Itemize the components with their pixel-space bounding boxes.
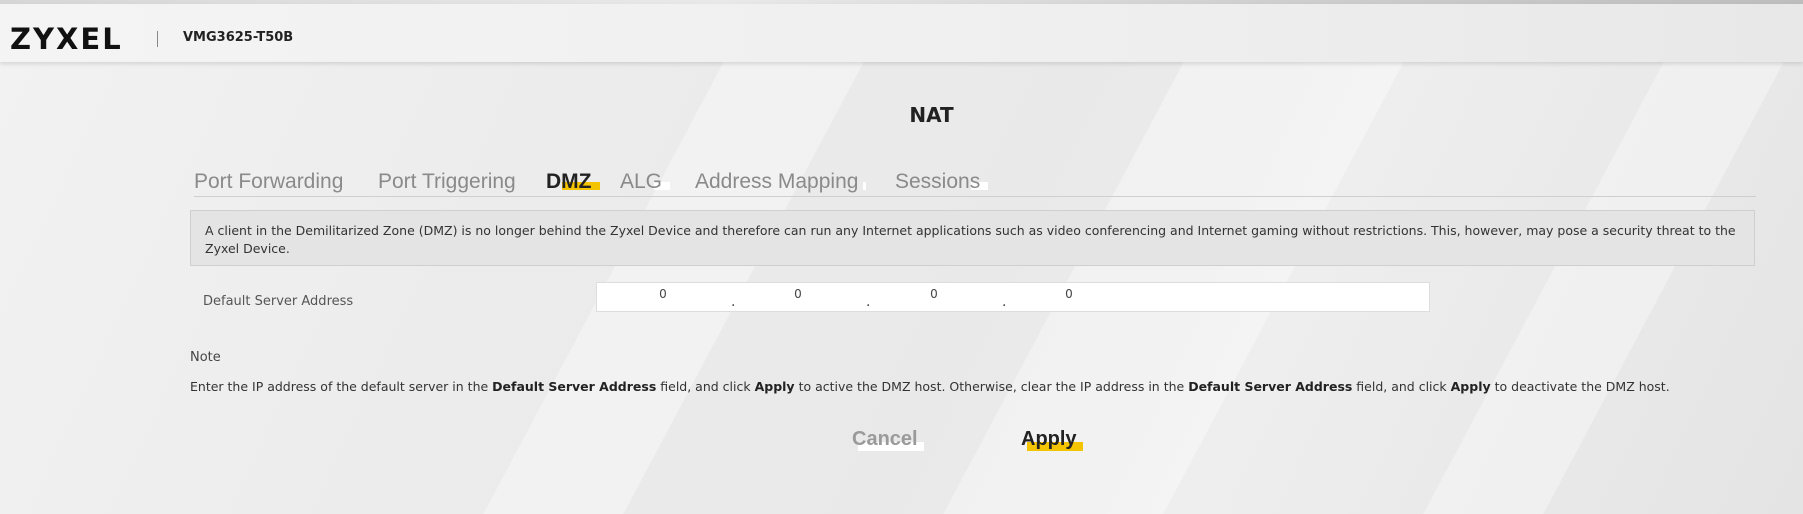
tab-bar: Port Forwarding Port Triggering DMZ ALG … bbox=[194, 170, 1756, 197]
device-model: VMG3625-T50B bbox=[183, 30, 294, 45]
tab-label: Port Forwarding bbox=[194, 170, 344, 193]
cancel-label: Cancel bbox=[852, 428, 918, 450]
ip-octet-4[interactable]: 0 bbox=[1049, 287, 1089, 301]
top-header: ZYXEL VMG3625-T50B bbox=[0, 4, 1803, 62]
tab-label: DMZ bbox=[546, 170, 592, 193]
tab-address-mapping[interactable]: Address Mapping bbox=[695, 170, 867, 194]
ip-octet-1[interactable]: 0 bbox=[643, 287, 683, 301]
ip-octet-3[interactable]: 0 bbox=[914, 287, 954, 301]
default-server-address-input[interactable]: 0 . 0 . 0 . 0 bbox=[596, 282, 1430, 312]
tab-label: Address Mapping bbox=[695, 170, 859, 193]
tab-port-forwarding[interactable]: Port Forwarding bbox=[194, 170, 343, 194]
default-server-address-label: Default Server Address bbox=[203, 294, 354, 309]
zyxel-logo[interactable]: ZYXEL bbox=[10, 22, 123, 56]
note-title: Note bbox=[190, 350, 221, 365]
ip-octet-2[interactable]: 0 bbox=[778, 287, 818, 301]
tab-sessions[interactable]: Sessions bbox=[895, 170, 989, 194]
ip-separator: . bbox=[1002, 294, 1007, 310]
tab-label: ALG bbox=[620, 170, 663, 193]
ip-separator: . bbox=[866, 294, 871, 310]
tab-port-triggering[interactable]: Port Triggering bbox=[378, 170, 516, 194]
apply-button[interactable]: Apply bbox=[1021, 428, 1083, 451]
tab-alg[interactable]: ALG bbox=[620, 170, 671, 194]
header-divider bbox=[157, 31, 158, 47]
cancel-button[interactable]: Cancel bbox=[852, 428, 924, 451]
apply-label: Apply bbox=[1021, 428, 1077, 450]
tab-label: Sessions bbox=[895, 170, 981, 193]
tab-dmz[interactable]: DMZ bbox=[546, 170, 600, 194]
page-title: NAT bbox=[909, 103, 954, 127]
tab-label: Port Triggering bbox=[378, 170, 516, 193]
dmz-info-box: A client in the Demilitarized Zone (DMZ)… bbox=[190, 210, 1755, 266]
note-text: Enter the IP address of the default serv… bbox=[190, 379, 1670, 394]
ip-separator: . bbox=[731, 294, 736, 310]
dmz-info-text: A client in the Demilitarized Zone (DMZ)… bbox=[205, 223, 1736, 256]
